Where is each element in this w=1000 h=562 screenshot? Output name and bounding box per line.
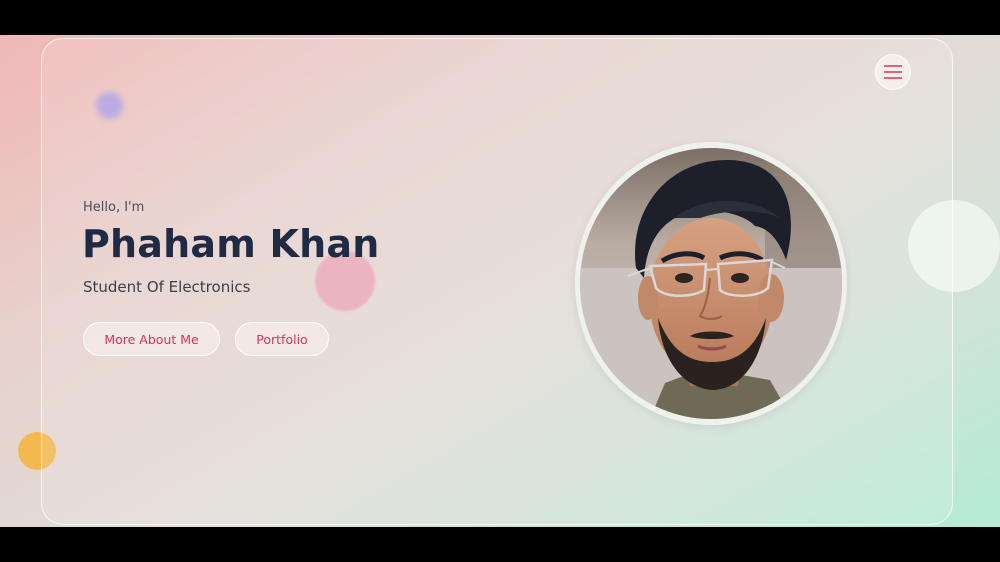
hamburger-menu-icon [884,65,902,79]
letterbox-bottom [0,527,1000,562]
letterbox-top [0,0,1000,35]
menu-button[interactable] [875,54,911,90]
profile-role: Student Of Electronics [83,278,251,296]
profile-photo [580,148,842,419]
profile-photo-illustration [580,148,842,419]
greeting-text: Hello, I'm [83,200,145,215]
profile-name: Phaham Khan [82,222,380,266]
portfolio-button[interactable]: Portfolio [235,322,329,356]
more-about-me-button[interactable]: More About Me [83,322,220,356]
